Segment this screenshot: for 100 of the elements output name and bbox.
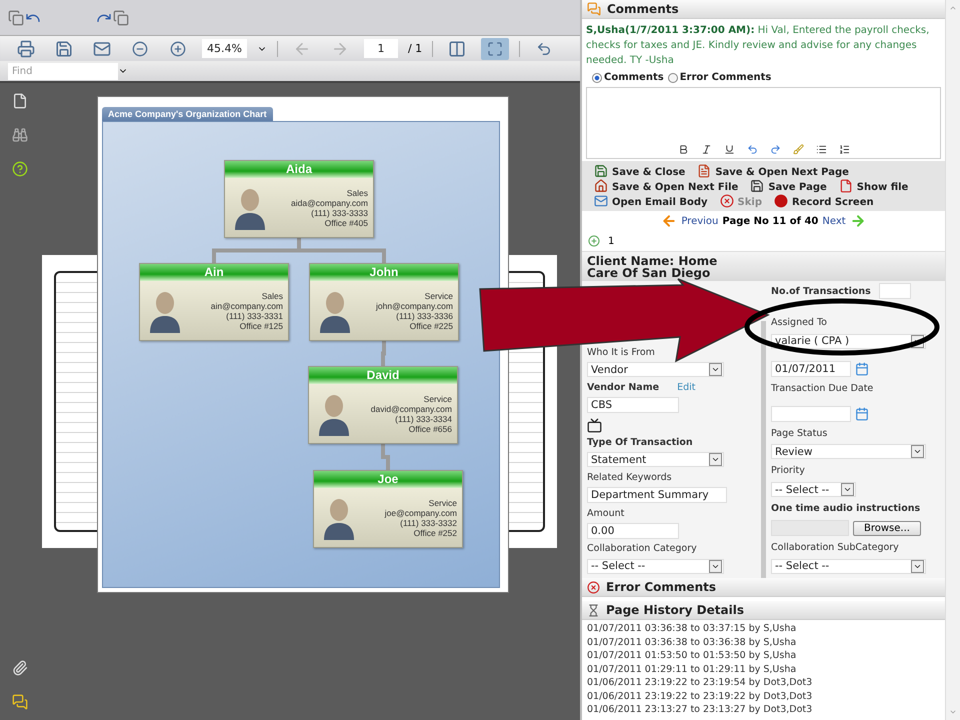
brush-icon[interactable]: [792, 144, 804, 155]
office-text: Office #405: [324, 218, 368, 228]
field-label: Who It is From: [587, 347, 655, 358]
next-link[interactable]: Next: [822, 216, 846, 226]
save-icon: [594, 164, 608, 178]
underline-icon[interactable]: [724, 144, 734, 155]
section-title: Comments: [607, 2, 679, 16]
office-text: Office #125: [240, 320, 283, 330]
history-entry: 01/07/2011 03:36:38 to 03:37:15 by S,Usha: [587, 623, 798, 636]
date-input[interactable]: [771, 406, 851, 422]
person-name: David: [309, 367, 457, 384]
department-text: Service: [424, 290, 453, 300]
redo-icon[interactable]: [770, 144, 780, 155]
office-text: Office #252: [414, 528, 457, 538]
action-button[interactable]: Open Email Body: [594, 194, 708, 209]
dropdown[interactable]: -- Select --: [771, 482, 856, 498]
field-label: Collaboration Category: [587, 543, 697, 554]
history-entry: 01/07/2011 03:36:38 to 03:36:38 by S,Usha: [587, 636, 798, 649]
person-name: Ain: [140, 264, 288, 281]
page-indicator: Page No 11 of 40: [722, 216, 818, 226]
field-label: Page Status: [771, 428, 828, 439]
browse-button[interactable]: Browse...: [853, 520, 921, 536]
save-icon: [55, 40, 73, 58]
help-icon[interactable]: [12, 161, 28, 177]
dropdown[interactable]: Review: [771, 444, 926, 460]
history-entry: 01/06/2011 23:13:27 to 23:13:27 by Dot3,Dot3: [587, 704, 814, 716]
comment-type-radio[interactable]: Error Comments: [668, 72, 772, 83]
scroll-up-icon: [949, 4, 957, 12]
find-field[interactable]: Find: [8, 62, 118, 80]
dropdown[interactable]: Vendor: [587, 362, 724, 378]
client-name: Client Name: Home Care Of San Diego: [587, 255, 718, 279]
email-text: aida@company.com: [291, 198, 368, 208]
action-button[interactable]: Record Screen: [774, 194, 874, 209]
pages-icon[interactable]: [12, 93, 28, 109]
page-icon[interactable]: [8, 10, 24, 26]
comment-text: S,Usha(1/7/2011 3:37:00 AM): Hi Val, Entered the payroll checks, checks for taxes and JE. Kindly review and advise for any changes needed. TY -Usha: [586, 24, 930, 68]
zoom-out-icon: [132, 40, 148, 56]
phone-text: (111) 333-3334: [395, 414, 452, 424]
zoom-field[interactable]: 45.4%: [202, 39, 247, 58]
dropdown[interactable]: -- Select --: [587, 558, 724, 574]
email-text: ain@company.com: [210, 300, 283, 310]
field-label: Type Of Transaction: [587, 437, 693, 448]
comment-type-radio[interactable]: Comments: [592, 72, 664, 83]
office-text: Office #656: [408, 424, 452, 434]
document-icon: [838, 179, 853, 193]
dropdown[interactable]: Statement: [587, 452, 724, 468]
text-input[interactable]: 0.00: [587, 523, 679, 540]
previous-link[interactable]: Previou: [681, 216, 718, 226]
action-button[interactable]: Save & Open Next File: [594, 179, 738, 194]
tv-icon[interactable]: [587, 418, 602, 433]
envelope-icon: [93, 40, 111, 58]
section-title: Page History Details: [606, 603, 744, 617]
left-arrow-icon[interactable]: [661, 213, 678, 229]
field-label: Transaction Due Date: [771, 382, 874, 394]
action-button[interactable]: Save & Close: [594, 164, 686, 179]
history-entry: 01/06/2011 23:19:22 to 23:19:54 by Dot3,Dot3: [587, 677, 814, 690]
undo-icon[interactable]: [746, 144, 758, 155]
envelope-icon: [594, 194, 608, 208]
binoculars-icon[interactable]: [12, 127, 28, 143]
connector-line: [381, 444, 390, 470]
dropdown[interactable]: -- Select --: [771, 558, 926, 574]
edit-link[interactable]: Edit: [677, 382, 696, 393]
error-icon: [587, 580, 600, 594]
page-icon: [697, 164, 712, 178]
numbered-list-icon[interactable]: [838, 144, 850, 155]
field-label: Vendor Name: [587, 382, 660, 393]
undo-icon: [536, 40, 552, 56]
fit-page-button[interactable]: [481, 38, 510, 60]
history-entry: 01/06/2011 23:19:22 to 23:19:22 by Dot3,Dot3: [587, 690, 814, 703]
field-label: Collaboration SubCategory: [771, 542, 899, 554]
text-input[interactable]: Department Summary: [587, 487, 727, 504]
record-icon: [774, 194, 788, 208]
department-text: Service: [424, 394, 452, 404]
email-text: joe@company.com: [384, 508, 457, 518]
department-text: Sales: [346, 188, 368, 198]
add-icon[interactable]: [588, 235, 600, 247]
calendar-icon[interactable]: [855, 406, 869, 421]
action-button[interactable]: Save & Open Next Page: [697, 164, 849, 179]
calendar-icon[interactable]: [855, 362, 869, 376]
history-entry: 01/07/2011 01:53:50 to 01:53:50 by S,Usha: [587, 650, 798, 662]
text-input[interactable]: CBS: [587, 397, 679, 414]
chart-title: Acme Company's Organization Chart: [102, 107, 273, 121]
comments-icon: [587, 2, 601, 16]
italic-icon[interactable]: [700, 144, 712, 155]
action-button[interactable]: Show file: [838, 179, 908, 194]
field-label: Assigned To: [771, 316, 827, 328]
page-icon[interactable]: [113, 10, 129, 26]
person-name: Aida: [225, 161, 373, 178]
connector-line: [381, 341, 386, 366]
field-label: No.of Transactions: [771, 286, 871, 296]
page-number-field[interactable]: 1: [364, 39, 398, 58]
date-input[interactable]: 01/07/2011: [771, 360, 851, 377]
fit-width-icon: [448, 40, 466, 58]
person-name: John: [310, 264, 458, 281]
transactions-input[interactable]: [879, 283, 911, 299]
paperclip-icon[interactable]: [12, 660, 28, 676]
comments-icon[interactable]: [12, 694, 28, 710]
scrollbar[interactable]: [945, 0, 960, 720]
bold-icon[interactable]: [678, 144, 688, 155]
action-button[interactable]: Save Page: [750, 179, 827, 194]
